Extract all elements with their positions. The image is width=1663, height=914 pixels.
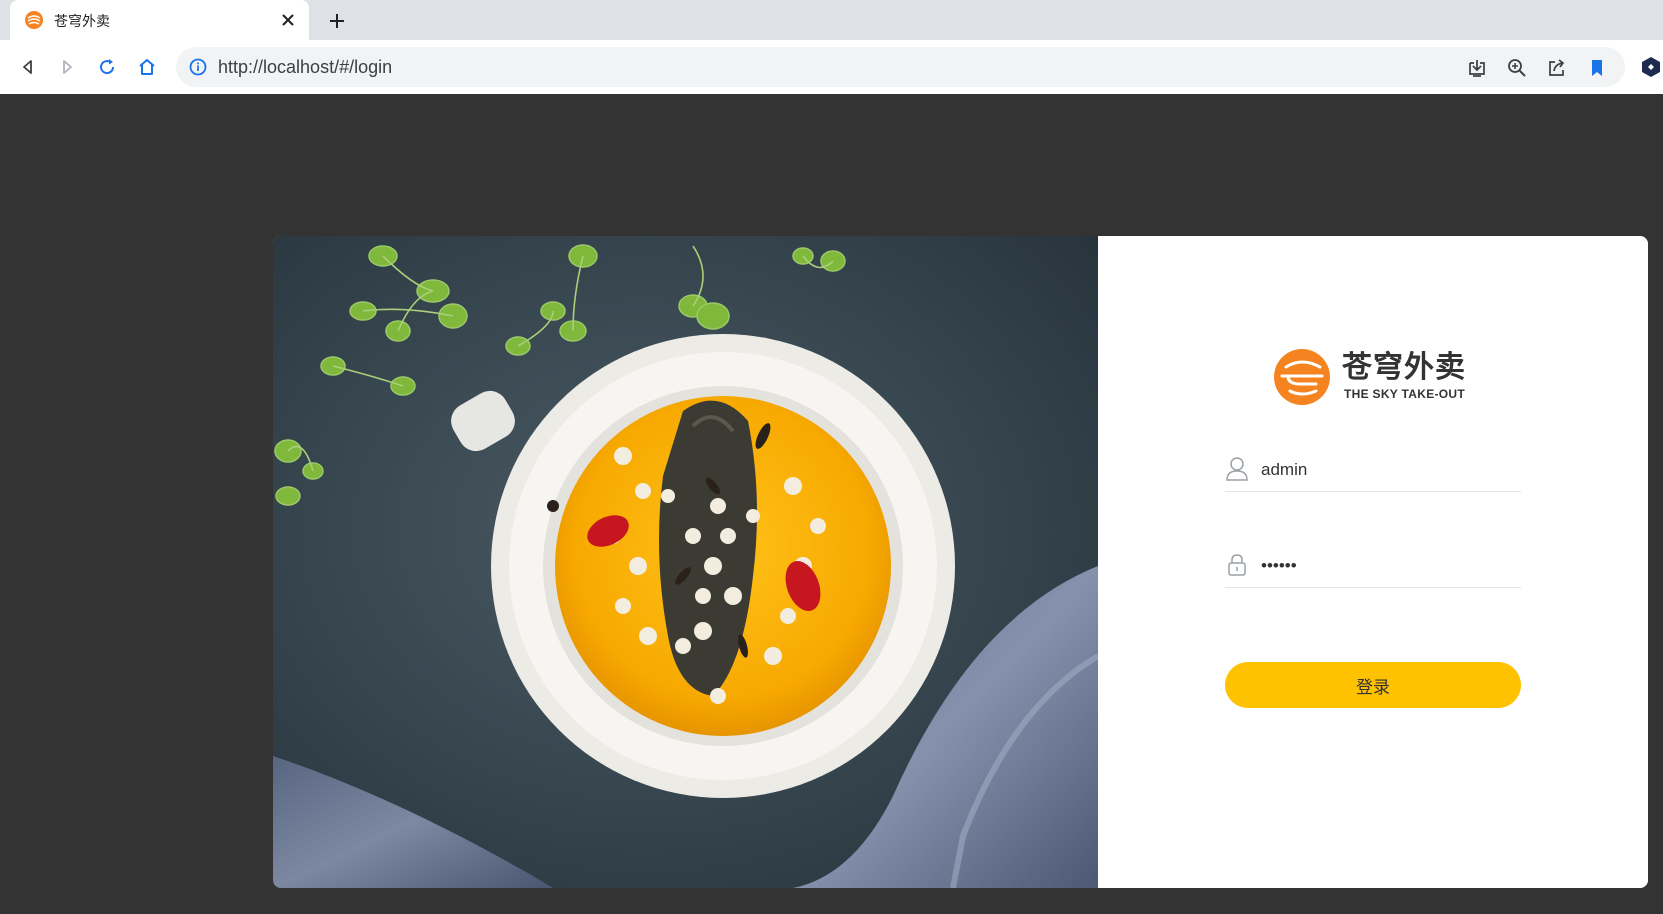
- brand-logo: 苍穹外卖 THE SKY TAKE-OUT: [1272, 349, 1482, 405]
- tab-title: 苍穹外卖: [54, 14, 110, 30]
- login-form-panel: 苍穹外卖 THE SKY TAKE-OUT admin •••••• 登录: [1098, 236, 1648, 888]
- home-icon[interactable]: [133, 53, 161, 81]
- password-input[interactable]: [1261, 552, 1516, 580]
- forward-arrow-icon[interactable]: [53, 53, 81, 81]
- new-tab-button[interactable]: [322, 6, 352, 36]
- url-text[interactable]: http://localhost/#/login: [218, 57, 392, 78]
- sky-takeout-logo-icon: [1272, 349, 1334, 405]
- browser-tab-strip: 苍穹外卖: [0, 0, 1663, 40]
- login-card: 苍穹外卖 THE SKY TAKE-OUT admin •••••• 登录: [273, 236, 1648, 888]
- bookmark-icon[interactable]: [1584, 55, 1610, 81]
- lock-icon: [1225, 552, 1249, 578]
- login-button[interactable]: 登录: [1225, 662, 1521, 708]
- password-field: [1225, 548, 1521, 588]
- share-icon[interactable]: [1544, 55, 1570, 81]
- info-icon[interactable]: [188, 57, 208, 77]
- username-input[interactable]: [1261, 456, 1516, 484]
- address-bar[interactable]: http://localhost/#/login: [176, 47, 1625, 87]
- close-tab-icon[interactable]: [275, 7, 301, 33]
- logo-brand-name: 苍穹外卖: [1342, 350, 1466, 385]
- browser-tab[interactable]: 苍穹外卖: [10, 0, 309, 40]
- page-background: 苍穹外卖 THE SKY TAKE-OUT admin •••••• 登录: [0, 94, 1663, 914]
- browser-toolbar: http://localhost/#/login: [0, 40, 1663, 94]
- install-app-icon[interactable]: [1464, 55, 1490, 81]
- logo-brand-subtitle: THE SKY TAKE-OUT: [1344, 387, 1466, 401]
- extension-icon[interactable]: [1640, 53, 1662, 81]
- user-icon: [1225, 456, 1249, 482]
- zoom-icon[interactable]: [1504, 55, 1530, 81]
- username-field: [1225, 452, 1521, 492]
- sky-takeout-favicon-icon: [24, 10, 44, 30]
- reload-icon[interactable]: [93, 53, 121, 81]
- back-arrow-icon[interactable]: [14, 53, 42, 81]
- hero-food-image: [273, 236, 1098, 888]
